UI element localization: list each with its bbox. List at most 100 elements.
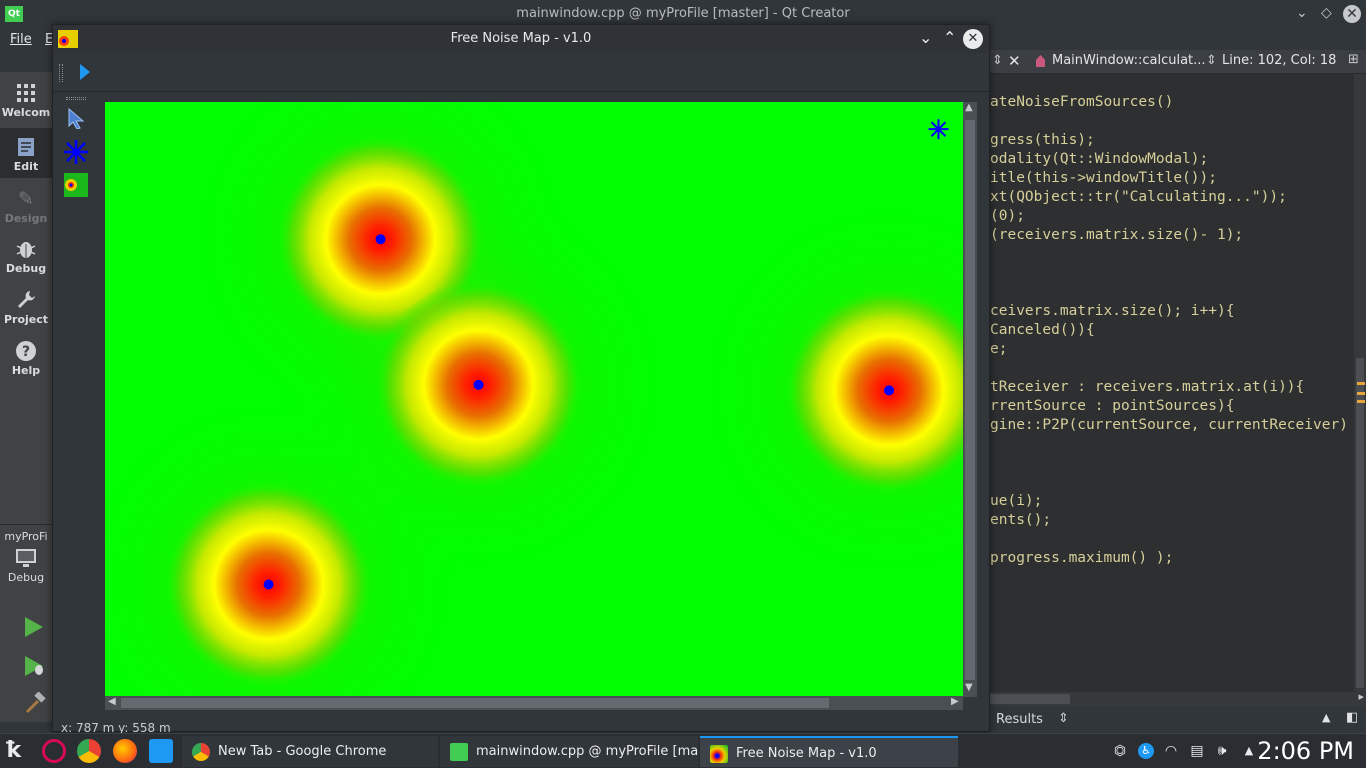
select-arrow-icon[interactable] (66, 107, 86, 133)
noise-map-titlebar: Free Noise Map - v1.0 ⌄ ⌃ ✕ (53, 25, 989, 53)
code-line: tReceiver : receivers.matrix.at(i)){ (990, 379, 1305, 395)
task-noise-map[interactable]: Free Noise Map - v1.0 (700, 736, 958, 767)
map-vertical-scrollbar[interactable]: ▲ ▼ (963, 102, 977, 697)
close-icon[interactable]: ✕ (1343, 5, 1361, 23)
mode-projects[interactable]: Project (0, 289, 52, 326)
bug-icon (15, 238, 37, 260)
code-line: xt(QObject::tr("Calculating...")); (990, 189, 1287, 205)
kde-menu-icon[interactable]: ꝁ (6, 738, 21, 763)
scroll-up-icon[interactable]: ▲ (965, 102, 973, 113)
results-selector[interactable]: Results (996, 712, 1043, 727)
nav-arrows-icon[interactable]: ⇕ (992, 53, 1003, 68)
function-selector[interactable]: MainWindow::calculat... (1052, 53, 1206, 68)
code-line: progress.maximum() ); (990, 550, 1174, 566)
scroll-thumb[interactable] (990, 694, 1070, 704)
mode-label: Debug (5, 262, 47, 275)
mode-edit[interactable]: Edit (0, 128, 52, 178)
project-selector[interactable]: myProFi Debug (0, 530, 52, 584)
task-chrome[interactable]: New Tab - Google Chrome (182, 736, 438, 767)
code-line: Canceled()){ (990, 322, 1095, 338)
qtcreator-window-title: mainwindow.cpp @ myProFile [master] - Qt… (516, 6, 850, 21)
editor-toolbar: ⇕ ✕ MainWindow::calculat... ⇕ Line: 102,… (990, 50, 1366, 74)
pane-up-icon[interactable]: ▲ (1322, 711, 1330, 724)
close-document-icon[interactable]: ✕ (1008, 52, 1021, 70)
volume-icon[interactable]: 🕪 (1214, 743, 1230, 759)
point-source-icon[interactable] (63, 139, 89, 169)
editor-horizontal-scrollbar[interactable]: ▸ (990, 690, 1366, 706)
map-tool-panel (53, 93, 93, 723)
monitor-icon (15, 547, 37, 569)
wrench-icon (15, 289, 37, 311)
debug-run-icon[interactable] (24, 655, 46, 681)
source-4[interactable] (884, 385, 895, 396)
source-2[interactable] (473, 379, 484, 390)
close-icon[interactable]: ✕ (963, 29, 983, 49)
help-icon: ? (15, 340, 37, 362)
taskbar: ꝁ New Tab - Google Chrome mainwindow.cpp… (0, 733, 1366, 768)
scroll-thumb[interactable] (965, 120, 975, 680)
scroll-right-icon[interactable]: ▸ (1358, 690, 1364, 703)
mode-design[interactable]: ✎ Design (0, 188, 52, 225)
chrome-icon[interactable] (77, 739, 101, 763)
noise-map-window-title: Free Noise Map - v1.0 (450, 31, 592, 46)
qtcreator-menubar: File E (0, 28, 60, 50)
task-label: New Tab - Google Chrome (218, 744, 387, 759)
noise-map-canvas[interactable] (105, 102, 964, 697)
file-manager-icon[interactable] (149, 739, 173, 763)
code-line: gress(this); (990, 132, 1095, 148)
receiver-icon[interactable] (928, 119, 949, 140)
function-selector-arrow-icon: ⇕ (1206, 53, 1217, 68)
source-3[interactable] (263, 579, 274, 590)
map-horizontal-scrollbar[interactable]: ◀ ▶ (105, 696, 963, 710)
search-marker (1357, 400, 1365, 403)
scroll-thumb[interactable] (1356, 358, 1364, 688)
project-label: myProFi (4, 530, 48, 543)
code-line: ateNoiseFromSources() (990, 94, 1174, 110)
accessibility-icon[interactable]: ♿ (1138, 743, 1154, 759)
debian-icon[interactable] (42, 739, 66, 763)
task-label: mainwindow.cpp @ myProFile [ma... (476, 744, 698, 759)
run-icon[interactable] (24, 616, 44, 642)
grid-icon (15, 82, 37, 104)
source-1[interactable] (375, 234, 386, 245)
mode-welcome[interactable]: Welcom (0, 82, 52, 119)
code-line: itle(this->windowTitle()); (990, 170, 1217, 186)
maximize-icon[interactable]: ⌃ (943, 28, 956, 47)
maximize-icon[interactable]: ◇ (1321, 5, 1332, 21)
mode-label: Help (11, 364, 41, 377)
code-line: ents(); (990, 512, 1052, 528)
mode-label: Edit (13, 160, 39, 173)
mode-help[interactable]: ? Help (0, 340, 52, 377)
menu-file[interactable]: File (10, 32, 32, 47)
noise-map-icon[interactable] (64, 173, 88, 197)
scroll-left-icon[interactable]: ◀ (108, 696, 116, 707)
editor-vertical-scrollbar[interactable] (1354, 74, 1366, 692)
scroll-right-icon[interactable]: ▶ (951, 696, 959, 707)
minimize-icon[interactable]: ⌄ (919, 28, 932, 47)
mode-debug[interactable]: Debug (0, 238, 52, 275)
split-icon[interactable]: ⊞ (1348, 52, 1359, 67)
update-icon[interactable]: ⏣ (1112, 743, 1128, 759)
scroll-thumb[interactable] (121, 698, 829, 708)
pane-maximize-icon[interactable]: ◧ (1346, 710, 1358, 725)
tray-expand-icon[interactable]: ▲ (1241, 743, 1257, 759)
clock[interactable]: 2:06 PM (1257, 737, 1354, 765)
scroll-down-icon[interactable]: ▼ (965, 682, 973, 693)
toolbar-handle-icon[interactable] (59, 64, 63, 82)
build-hammer-icon[interactable] (24, 691, 46, 718)
code-line: e; (990, 341, 1008, 357)
panel-handle-icon[interactable] (66, 97, 86, 100)
run-calculation-icon[interactable] (79, 63, 91, 85)
code-editor[interactable]: ateNoiseFromSources() gress(this); odality… (990, 74, 1354, 692)
cursor-position[interactable]: Line: 102, Col: 18 (1222, 53, 1336, 68)
mode-label: Project (3, 313, 49, 326)
clipboard-icon[interactable]: ▤ (1189, 743, 1205, 759)
code-line: rrentSource : pointSources){ (990, 398, 1235, 414)
task-qtcreator[interactable]: mainwindow.cpp @ myProFile [ma... (440, 736, 698, 767)
search-marker (1357, 382, 1365, 385)
wifi-icon[interactable]: ◠ (1163, 743, 1179, 759)
firefox-icon[interactable] (113, 739, 137, 763)
build-config-label: Debug (7, 571, 45, 584)
pencil-icon: ✎ (18, 188, 34, 210)
minimize-icon[interactable]: ⌄ (1296, 5, 1308, 21)
